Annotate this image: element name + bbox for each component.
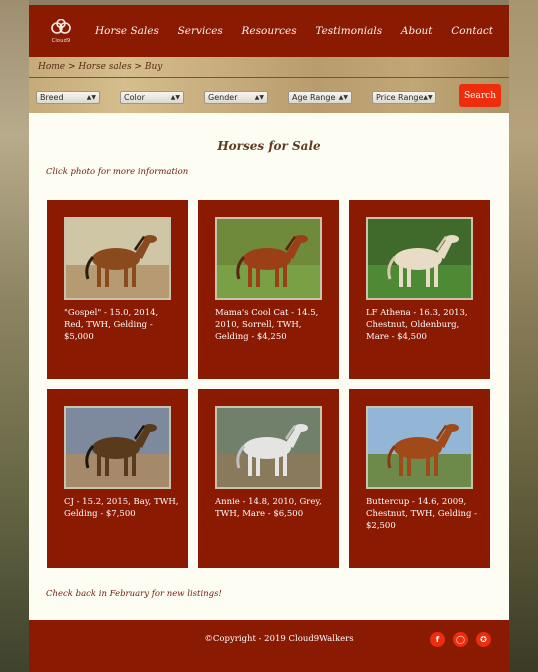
- listing-section: Horses for Sale Click photo for more inf…: [29, 113, 509, 620]
- nav-horse-sales[interactable]: Horse Sales: [95, 25, 159, 37]
- gender-select[interactable]: Gender ▲▼: [204, 91, 268, 104]
- horse-caption: CJ - 15.2, 2015, Bay, TWH, Gelding - $7,…: [64, 497, 179, 519]
- horse-grid: "Gospel" - 15.0, 2014, Red, TWH, Gelding…: [47, 200, 490, 568]
- breed-select-label: Breed: [40, 93, 64, 102]
- price-range-select[interactable]: Price Range ▲▼: [372, 91, 436, 104]
- footer: ©Copyright - 2019 Cloud9Walkers f ◯ ✪: [29, 620, 509, 672]
- top-nav: Cloud9 Horse Sales Services Resources Te…: [29, 5, 509, 57]
- horse-card[interactable]: CJ - 15.2, 2015, Bay, TWH, Gelding - $7,…: [47, 389, 188, 568]
- logo[interactable]: Cloud9: [47, 16, 75, 46]
- updown-arrow-icon: ▲▼: [423, 94, 433, 101]
- age-range-select-label: Age Range: [292, 93, 336, 102]
- color-select-label: Color: [124, 93, 145, 102]
- breed-select[interactable]: Breed ▲▼: [36, 91, 100, 104]
- logo-text: Cloud9: [51, 37, 71, 44]
- twitter-icon[interactable]: ✪: [476, 632, 491, 647]
- horse-caption: Annie - 14.8, 2010, Grey, TWH, Mare - $6…: [215, 497, 322, 519]
- nav-contact[interactable]: Contact: [451, 25, 493, 37]
- horse-card[interactable]: "Gospel" - 15.0, 2014, Red, TWH, Gelding…: [47, 200, 188, 379]
- breadcrumb[interactable]: Home > Horse sales > Buy: [38, 62, 162, 72]
- background-right: [509, 0, 538, 672]
- main-menu: Horse Sales Services Resources Testimoni…: [95, 25, 509, 37]
- footnote-text: Check back in February for new listings!: [46, 589, 222, 599]
- horse-card[interactable]: Annie - 14.8, 2010, Grey, TWH, Mare - $6…: [198, 389, 339, 568]
- breadcrumb-divider: [29, 77, 509, 78]
- updown-arrow-icon: ▲▼: [86, 94, 96, 101]
- price-range-select-label: Price Range: [376, 93, 424, 102]
- facebook-icon[interactable]: f: [430, 632, 445, 647]
- horse-photo[interactable]: [215, 217, 322, 300]
- updown-arrow-icon: ▲▼: [170, 94, 180, 101]
- nav-services[interactable]: Services: [178, 25, 223, 37]
- nav-testimonials[interactable]: Testimonials: [315, 25, 382, 37]
- cloud9-logo-icon: [51, 18, 71, 34]
- age-range-select[interactable]: Age Range ▲▼: [288, 91, 352, 104]
- page-title: Horses for Sale: [217, 139, 321, 153]
- color-select[interactable]: Color ▲▼: [120, 91, 184, 104]
- horse-photo[interactable]: [64, 406, 171, 489]
- search-button[interactable]: Search: [459, 84, 501, 107]
- horse-photo[interactable]: [64, 217, 171, 300]
- horse-card[interactable]: Mama's Cool Cat - 14.5, 2010, Sorrell, T…: [198, 200, 339, 379]
- social-links: f ◯ ✪: [430, 632, 499, 647]
- horse-photo[interactable]: [366, 406, 473, 489]
- instruction-text: Click photo for more information: [46, 167, 189, 177]
- horse-caption: "Gospel" - 15.0, 2014, Red, TWH, Gelding…: [64, 308, 159, 342]
- horse-caption: LF Athena - 16.3, 2013, Chestnut, Oldenb…: [366, 308, 468, 342]
- nav-about[interactable]: About: [401, 25, 433, 37]
- horse-caption: Buttercup - 14.6, 2009, Chestnut, TWH, G…: [366, 497, 477, 531]
- updown-arrow-icon: ▲▼: [338, 94, 348, 101]
- background-left: [0, 0, 29, 672]
- filter-row: Breed ▲▼ Color ▲▼ Gender ▲▼ Age Range ▲▼ Pri…: [36, 91, 456, 104]
- page: Cloud9 Horse Sales Services Resources Te…: [29, 5, 509, 672]
- horse-card[interactable]: Buttercup - 14.6, 2009, Chestnut, TWH, G…: [349, 389, 490, 568]
- filter-band: Home > Horse sales > Buy Breed ▲▼ Color ▲▼…: [29, 57, 509, 113]
- horse-photo[interactable]: [215, 406, 322, 489]
- horse-photo[interactable]: [366, 217, 473, 300]
- nav-resources[interactable]: Resources: [242, 25, 297, 37]
- horse-caption: Mama's Cool Cat - 14.5, 2010, Sorrell, T…: [215, 308, 319, 342]
- instagram-icon[interactable]: ◯: [453, 632, 468, 647]
- gender-select-label: Gender: [208, 93, 238, 102]
- horse-card[interactable]: LF Athena - 16.3, 2013, Chestnut, Oldenb…: [349, 200, 490, 379]
- updown-arrow-icon: ▲▼: [254, 94, 264, 101]
